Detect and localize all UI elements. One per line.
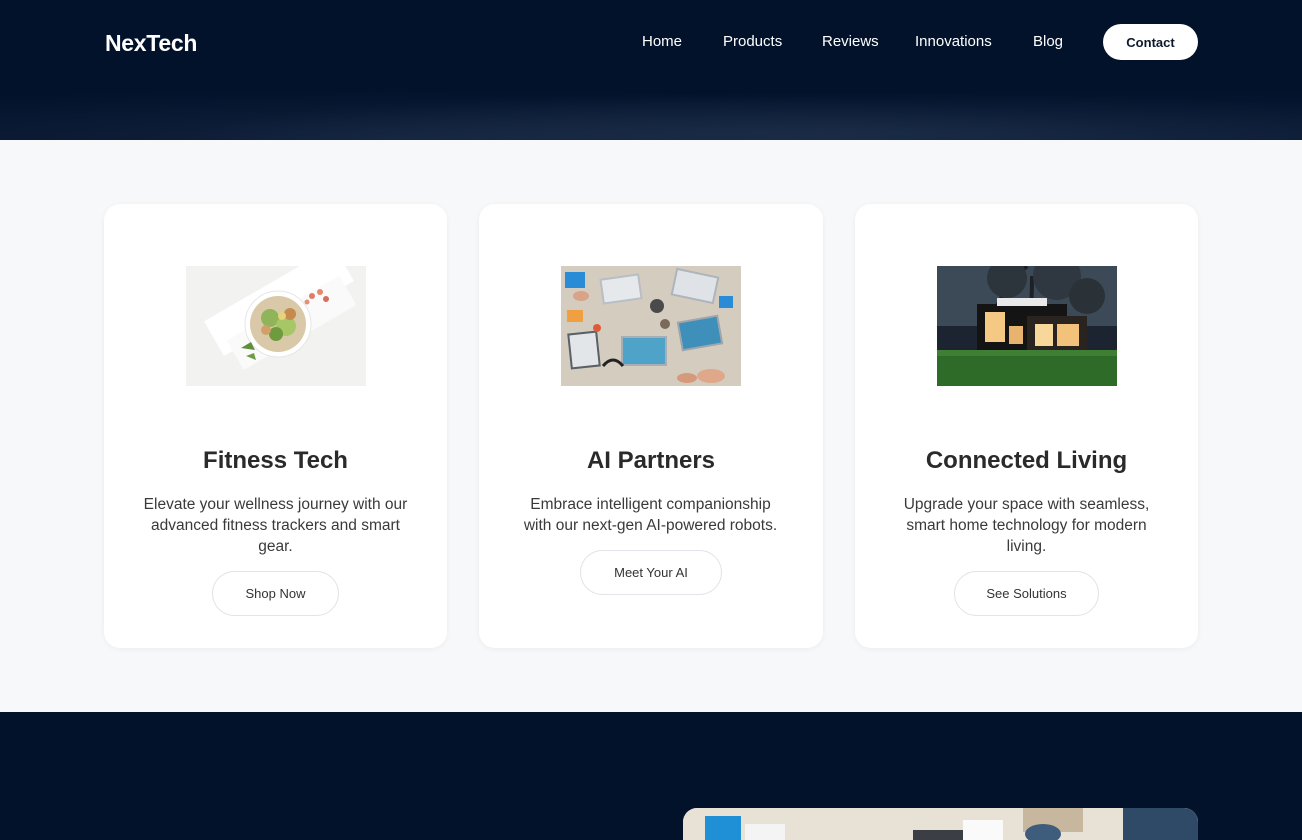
workspace-photo <box>683 808 1198 840</box>
logo[interactable]: NexTech <box>105 30 197 57</box>
card-title: Connected Living <box>925 447 1128 474</box>
shop-now-button[interactable]: Shop Now <box>212 571 339 616</box>
contact-button[interactable]: Contact <box>1103 24 1198 60</box>
card-title: AI Partners <box>586 447 716 474</box>
hero-background-texture <box>0 80 1302 140</box>
meet-your-ai-button[interactable]: Meet Your AI <box>580 550 722 595</box>
nav-link-products[interactable]: Products <box>723 33 782 50</box>
nav-link-innovations[interactable]: Innovations <box>915 33 992 50</box>
card-fitness-tech: Fitness Tech Elevate your wellness journ… <box>104 204 447 648</box>
nav-link-reviews[interactable]: Reviews <box>822 33 879 50</box>
card-title: Fitness Tech <box>203 447 348 474</box>
showcase-section <box>0 712 1302 840</box>
card-description: Elevate your wellness journey with our a… <box>143 496 408 555</box>
nav-link-home[interactable]: Home <box>642 33 682 50</box>
team-laptops-photo <box>561 266 741 386</box>
card-ai-partners: AI Partners Embrace intelligent companio… <box>479 204 823 648</box>
card-description: Embrace intelligent companionship with o… <box>523 496 778 534</box>
see-solutions-button[interactable]: See Solutions <box>954 571 1099 616</box>
card-description: Upgrade your space with seamless, smart … <box>903 496 1150 555</box>
salad-bowl-photo <box>186 266 366 386</box>
modern-house-photo <box>937 266 1117 386</box>
card-connected-living: Connected Living Upgrade your space with… <box>855 204 1198 648</box>
nav-link-blog[interactable]: Blog <box>1033 33 1063 50</box>
features-section: Fitness Tech Elevate your wellness journ… <box>0 140 1302 712</box>
site-header: NexTech Home Products Reviews Innovation… <box>0 0 1302 140</box>
